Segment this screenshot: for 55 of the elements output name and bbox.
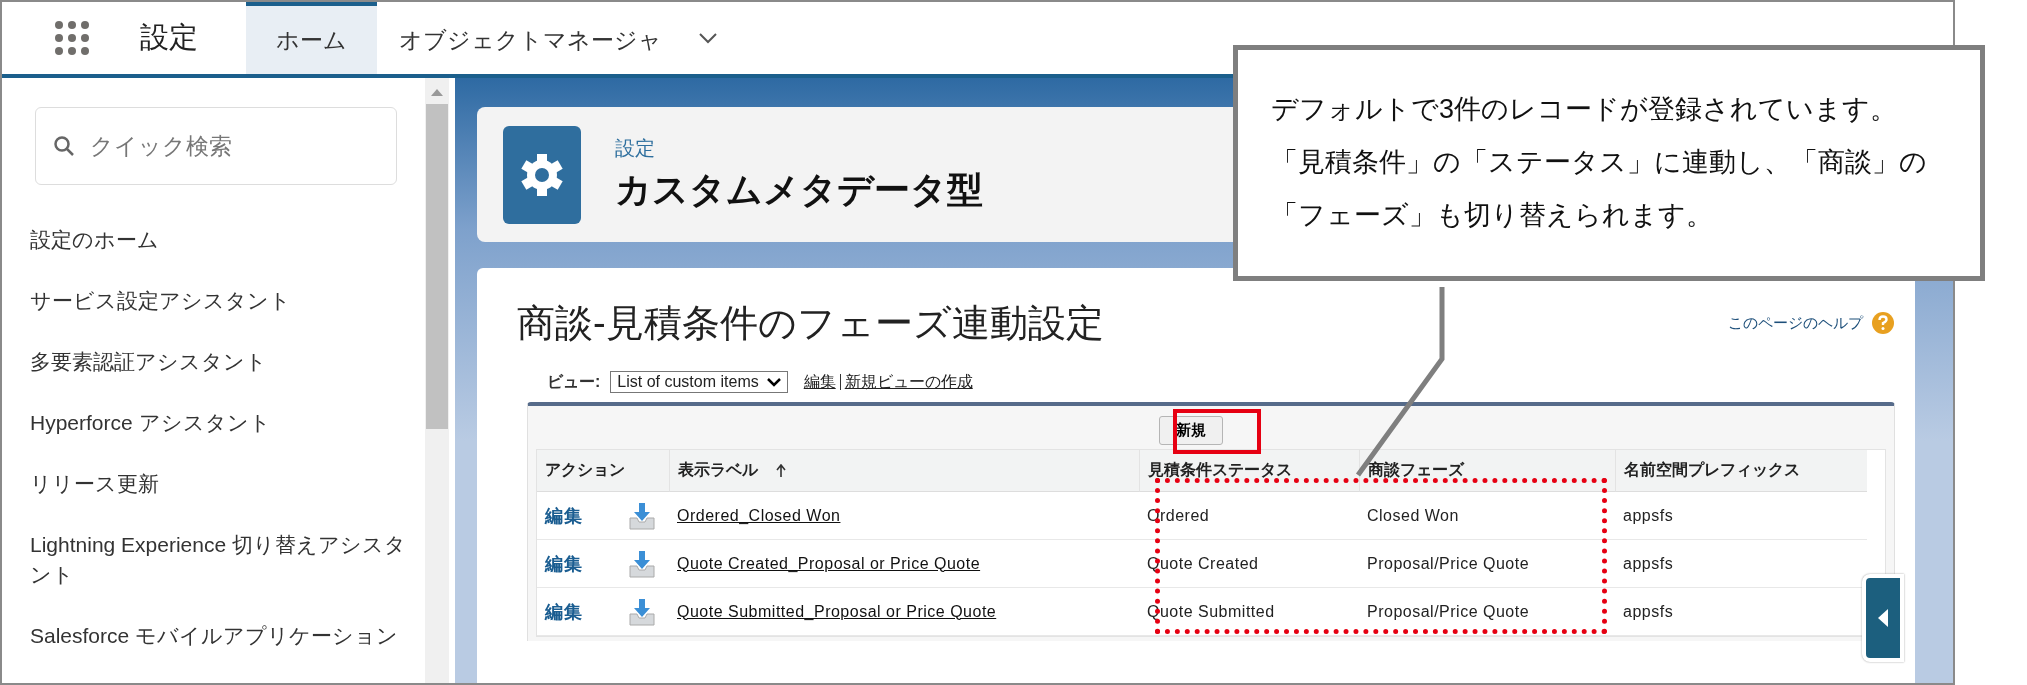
help-link[interactable]: このページのヘルプ (1728, 313, 1863, 333)
scrollbar-thumb[interactable] (425, 104, 448, 429)
record-link[interactable]: Ordered_Closed Won (677, 506, 841, 525)
record-link[interactable]: Quote Created_Proposal or Price Quote (677, 554, 981, 573)
view-link[interactable]: 新規ビューの作成 (839, 374, 973, 390)
edit-link[interactable]: 編集 (545, 503, 582, 528)
sidebar-item[interactable]: サービス設定アシスタント (30, 286, 425, 316)
scroll-up-icon[interactable] (429, 88, 444, 96)
page-title: 商談-見積条件のフェーズ連動設定 (517, 300, 1105, 346)
view-dropdown[interactable]: List of custom items (610, 371, 788, 393)
help-icon[interactable] (1871, 311, 1895, 335)
search-icon (53, 135, 75, 157)
view-label: ビュー: (547, 371, 601, 392)
table-cell: appsfs (1623, 506, 1674, 525)
page-header-title: カスタムメタデータ型 (615, 167, 983, 212)
download-tray-icon[interactable] (629, 597, 655, 626)
sidebar-item[interactable]: Salesforce モバイルアプリケーション (30, 621, 425, 651)
table-cell: appsfs (1623, 602, 1674, 621)
sidebar-item[interactable]: Hyperforce アシスタント (30, 408, 425, 438)
download-tray-icon[interactable] (629, 501, 655, 530)
sidebar-item[interactable]: 多要素認証アシスタント (30, 347, 425, 377)
quick-search-field[interactable]: クイック検索 (35, 107, 397, 185)
table-cell: Closed Won (1367, 506, 1459, 525)
column-header: 見積条件ステータス (1139, 450, 1359, 492)
gear-tile-icon (503, 125, 581, 224)
download-tray-icon[interactable] (629, 549, 655, 578)
view-link[interactable]: 編集 (803, 371, 836, 393)
record-link[interactable]: Quote Submitted_Proposal or Price Quote (677, 602, 997, 621)
table-cell: appsfs (1623, 554, 1674, 573)
nav-tab[interactable]: ホーム (246, 2, 377, 74)
table-cell: Quote Submitted (1147, 602, 1275, 621)
sidebar-item[interactable]: リリース更新 (30, 469, 425, 499)
caret-icon (766, 377, 781, 387)
app-launcher-icon[interactable] (54, 20, 90, 56)
column-header[interactable]: 表示ラベル (669, 450, 1139, 492)
edit-link[interactable]: 編集 (545, 599, 582, 624)
sort-ascending-icon (776, 463, 786, 478)
table-cell: Proposal/Price Quote (1367, 602, 1530, 621)
column-header: アクション (537, 450, 669, 492)
callout-text: デフォルトで3件のレコードが登録されています。 (1271, 93, 1899, 126)
app-title: 設定 (140, 20, 198, 55)
edit-link[interactable]: 編集 (545, 551, 582, 576)
callout-text: 「フェーズ」も切り替えられます。 (1271, 199, 1714, 232)
table-cell: Proposal/Price Quote (1367, 554, 1530, 573)
scrollbar[interactable] (424, 78, 449, 683)
chevron-down-icon[interactable] (698, 32, 718, 44)
callout-text: 「見積条件」の「ステータス」に連動し、「商談」の (1271, 146, 1928, 179)
table-cell: Ordered (1147, 506, 1210, 525)
triangle-left-icon (1877, 608, 1889, 628)
sidebar-item[interactable]: Lightning Experience 切り替えアシスタント (30, 530, 425, 590)
sidebar-item[interactable]: 設定のホーム (30, 225, 425, 255)
new-button[interactable]: 新規 (1159, 416, 1223, 445)
breadcrumb: 設定 (615, 135, 656, 161)
column-header: 商談フェーズ (1359, 450, 1615, 492)
column-header: 名前空間プレフィックス (1615, 450, 1867, 492)
